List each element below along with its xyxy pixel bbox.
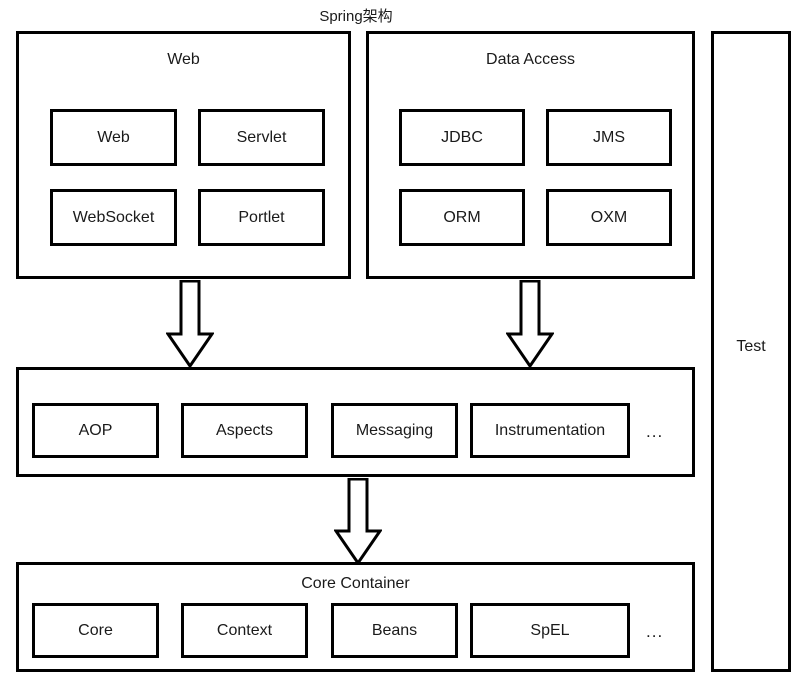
cell-label: AOP [78,422,113,439]
cell-orm[interactable]: ORM [399,189,525,246]
panel-data-access: Data Access JDBC JMS ORM OXM [366,31,695,279]
cell-label: Portlet [238,209,285,226]
cell-jms[interactable]: JMS [546,109,672,166]
cell-context[interactable]: Context [181,603,308,658]
cell-label: Instrumentation [494,422,606,439]
cell-core[interactable]: Core [32,603,159,658]
panel-aop-layer: AOP Aspects Messaging Instrumentation ..… [16,367,695,477]
cell-label: Aspects [216,422,273,439]
cell-label: JMS [593,129,625,146]
cell-label: SpEL [530,622,570,639]
panel-test-title: Test [736,338,766,355]
aop-more-ellipsis: ... [646,422,664,441]
panel-test: Test [711,31,791,672]
arrow-web-to-aop [166,280,214,368]
cell-portlet[interactable]: Portlet [198,189,325,246]
cell-oxm[interactable]: OXM [546,189,672,246]
cell-messaging[interactable]: Messaging [331,403,458,458]
arrow-aop-to-core-container [334,478,382,565]
cell-label: Core [78,622,113,639]
cell-label: ORM [443,209,481,226]
cell-label: Servlet [236,129,287,146]
cell-label: Messaging [355,422,434,439]
core-container-more-ellipsis: ... [646,622,664,641]
cell-label: OXM [590,209,628,226]
panel-web: Web Web Servlet WebSocket Portlet [16,31,351,279]
cell-instrumentation[interactable]: Instrumentation [470,403,630,458]
cell-web[interactable]: Web [50,109,177,166]
cell-label: Context [216,622,273,639]
cell-label: JDBC [441,129,483,146]
diagram-title: Spring架构 [319,8,393,25]
cell-websocket[interactable]: WebSocket [50,189,177,246]
spring-architecture-diagram: Spring架构 Web Web Servlet WebSocket Portl… [0,0,807,684]
panel-data-access-title: Data Access [486,51,575,68]
cell-jdbc[interactable]: JDBC [399,109,525,166]
panel-web-title: Web [167,51,200,68]
cell-label: Web [97,129,130,146]
panel-core-container: Core Container Core Context Beans SpEL .… [16,562,695,672]
cell-beans[interactable]: Beans [331,603,458,658]
cell-aop[interactable]: AOP [32,403,159,458]
cell-servlet[interactable]: Servlet [198,109,325,166]
panel-core-container-title: Core Container [301,575,410,592]
cell-spel[interactable]: SpEL [470,603,630,658]
cell-aspects[interactable]: Aspects [181,403,308,458]
cell-label: WebSocket [72,209,155,226]
cell-label: Beans [371,622,418,639]
arrow-data-access-to-aop [506,280,554,368]
